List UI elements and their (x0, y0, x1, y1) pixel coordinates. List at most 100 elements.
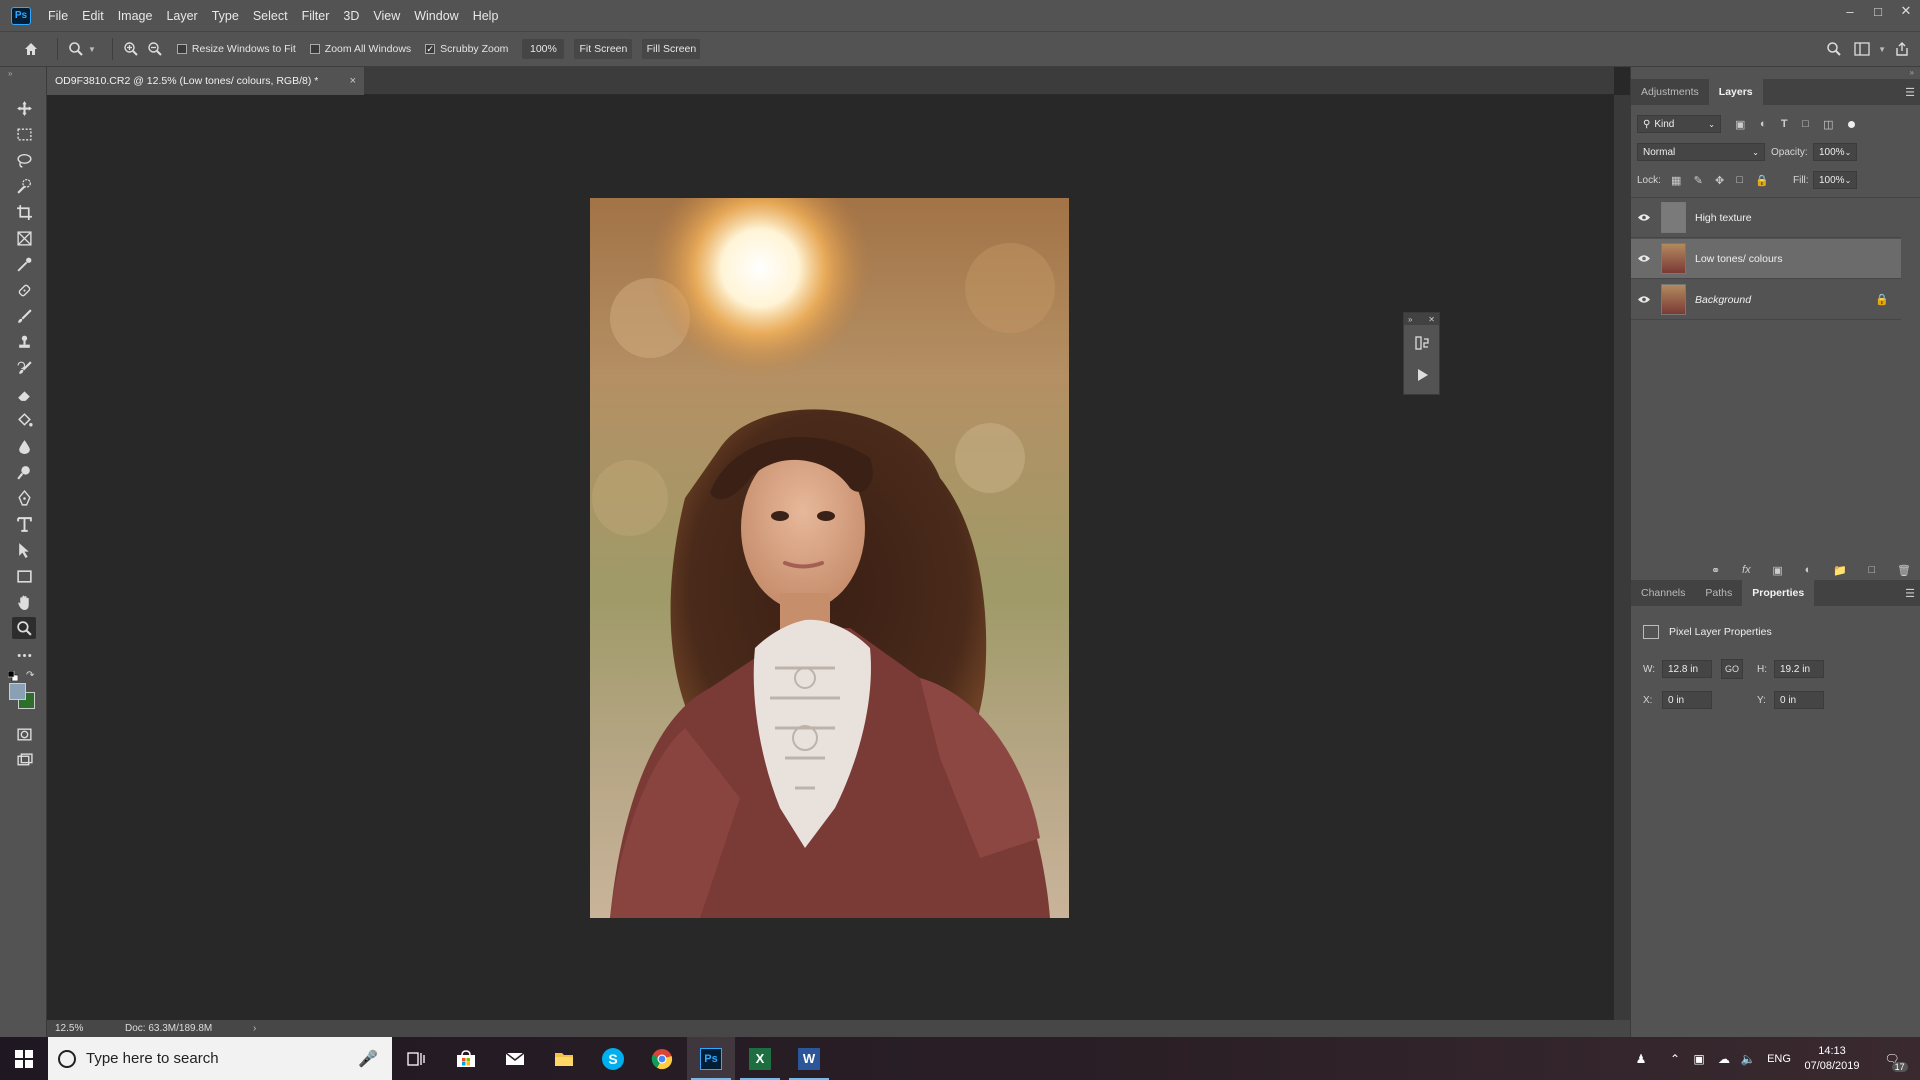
volume-icon[interactable]: 🔈 (1737, 1037, 1759, 1080)
adjustment-layer-icon[interactable]: ◐ (1805, 564, 1812, 580)
tab-properties[interactable]: Properties (1742, 580, 1815, 606)
panel-menu-icon[interactable]: ☰ (1905, 86, 1915, 99)
link-dimensions-icon[interactable]: GO (1721, 659, 1743, 679)
scrubby-zoom-checkbox[interactable]: ✓ Scrubby Zoom (425, 43, 508, 55)
windows-start-icon[interactable] (0, 1037, 48, 1080)
visibility-eye-icon[interactable] (1631, 295, 1657, 304)
history-brush-tool-icon[interactable] (12, 357, 36, 379)
more-tools-icon[interactable] (12, 644, 36, 666)
word-icon[interactable]: W (785, 1037, 833, 1080)
marquee-tool-icon[interactable] (12, 123, 36, 145)
close-tab-icon[interactable]: × (350, 75, 356, 87)
smart-object-filter-icon[interactable]: ◫ (1823, 118, 1833, 131)
expand-panel-icon[interactable]: » (8, 69, 12, 78)
fx-icon[interactable]: fx (1742, 564, 1751, 580)
adjustment-filter-icon[interactable]: ◐ (1760, 118, 1767, 130)
action-center-icon[interactable]: 🗨 17 (1872, 1037, 1912, 1080)
lock-artboard-icon[interactable]: □ (1736, 174, 1743, 186)
pen-tool-icon[interactable] (12, 487, 36, 509)
eraser-tool-icon[interactable] (12, 383, 36, 405)
eyedropper-tool-icon[interactable] (12, 253, 36, 275)
workspace-icon[interactable] (1850, 37, 1874, 61)
tab-paths[interactable]: Paths (1695, 580, 1742, 606)
screen-mode-icon[interactable] (12, 749, 36, 771)
excel-icon[interactable]: X (736, 1037, 784, 1080)
collapse-icon[interactable]: » (1408, 315, 1412, 324)
x-field[interactable]: 0 in (1662, 691, 1712, 709)
zoom-tool-preset-icon[interactable] (64, 37, 88, 61)
height-field[interactable]: 19.2 in (1774, 660, 1824, 678)
lasso-tool-icon[interactable] (12, 149, 36, 171)
menu-view[interactable]: View (366, 9, 407, 23)
menu-filter[interactable]: Filter (295, 9, 337, 23)
type-tool-icon[interactable] (12, 513, 36, 535)
quick-mask-icon[interactable] (12, 723, 36, 745)
delete-layer-icon[interactable]: 🗑 (1897, 564, 1911, 580)
layer-row-selected[interactable]: Low tones/ colours (1631, 239, 1901, 279)
tab-channels[interactable]: Channels (1631, 580, 1695, 606)
dodge-tool-icon[interactable] (12, 461, 36, 483)
menu-file[interactable]: File (41, 9, 75, 23)
workspace-chevron-icon[interactable]: ▼ (1878, 45, 1886, 54)
path-selection-tool-icon[interactable] (12, 539, 36, 561)
menu-3d[interactable]: 3D (336, 9, 366, 23)
menu-edit[interactable]: Edit (75, 9, 111, 23)
frame-tool-icon[interactable] (12, 227, 36, 249)
language-indicator[interactable]: ENG (1764, 1037, 1794, 1080)
clone-stamp-tool-icon[interactable] (12, 331, 36, 353)
play-icon[interactable] (1404, 360, 1439, 390)
healing-brush-tool-icon[interactable] (12, 279, 36, 301)
clock[interactable]: 14:13 07/08/2019 (1798, 1037, 1866, 1080)
new-group-icon[interactable]: 📁 (1833, 564, 1847, 580)
swap-colors-icon[interactable]: ↷ (26, 670, 34, 681)
menu-window[interactable]: Window (407, 9, 465, 23)
zoom-in-icon[interactable] (119, 37, 143, 61)
fill-field[interactable]: 100% ⌄ (1813, 171, 1857, 189)
blur-tool-icon[interactable] (12, 435, 36, 457)
zoom-tool-icon[interactable] (12, 617, 36, 639)
zoom-level[interactable]: 12.5% (55, 1023, 125, 1034)
resize-windows-checkbox[interactable]: Resize Windows to Fit (176, 43, 296, 55)
opacity-field[interactable]: 100% ⌄ (1813, 143, 1857, 161)
layer-row[interactable]: Background 🔒 (1631, 280, 1901, 320)
menu-select[interactable]: Select (246, 9, 295, 23)
fit-screen-button[interactable]: Fit Screen (574, 39, 633, 59)
people-icon[interactable]: ♟ (1628, 1037, 1654, 1080)
pixel-filter-icon[interactable]: ▣ (1735, 118, 1745, 131)
mail-icon[interactable] (491, 1037, 539, 1080)
paint-bucket-tool-icon[interactable] (12, 409, 36, 431)
tab-adjustments[interactable]: Adjustments (1631, 79, 1709, 105)
link-layers-icon[interactable]: ⚭ (1711, 564, 1720, 580)
add-mask-icon[interactable]: ▣ (1772, 564, 1782, 580)
share-icon[interactable] (1890, 37, 1914, 61)
microphone-icon[interactable]: 🎤 (358, 1049, 378, 1069)
home-icon[interactable] (19, 37, 43, 61)
vertical-scrollbar[interactable] (1614, 95, 1630, 1020)
width-field[interactable]: 12.8 in (1662, 660, 1712, 678)
panel-menu-icon[interactable]: ☰ (1905, 587, 1915, 600)
lock-position-icon[interactable]: ✥ (1715, 174, 1724, 187)
visibility-eye-icon[interactable] (1631, 254, 1657, 263)
chrome-icon[interactable] (638, 1037, 686, 1080)
portrait-photo[interactable] (590, 198, 1069, 918)
fill-screen-button[interactable]: Fill Screen (642, 39, 701, 59)
chevron-down-icon[interactable]: ▼ (88, 45, 96, 54)
show-hidden-icons-icon[interactable]: ⌃ (1664, 1037, 1686, 1080)
restore-icon[interactable]: □ (1864, 0, 1892, 22)
type-filter-icon[interactable]: T (1781, 118, 1788, 130)
zoom-value-field[interactable]: 100% (522, 39, 565, 59)
foreground-color-swatch[interactable] (9, 683, 26, 700)
menu-layer[interactable]: Layer (159, 9, 204, 23)
photoshop-taskbar-icon[interactable]: Ps (687, 1037, 735, 1080)
close-icon[interactable]: ✕ (1428, 315, 1435, 324)
y-field[interactable]: 0 in (1774, 691, 1824, 709)
file-explorer-icon[interactable] (540, 1037, 588, 1080)
onedrive-icon[interactable]: ☁ (1712, 1037, 1736, 1080)
store-icon[interactable] (442, 1037, 490, 1080)
quick-selection-tool-icon[interactable] (12, 175, 36, 197)
filter-toggle-icon[interactable] (1847, 120, 1855, 128)
zoom-out-icon[interactable] (143, 37, 167, 61)
new-layer-icon[interactable]: □ (1869, 564, 1876, 580)
menu-type[interactable]: Type (205, 9, 246, 23)
search-icon[interactable] (1822, 37, 1846, 61)
